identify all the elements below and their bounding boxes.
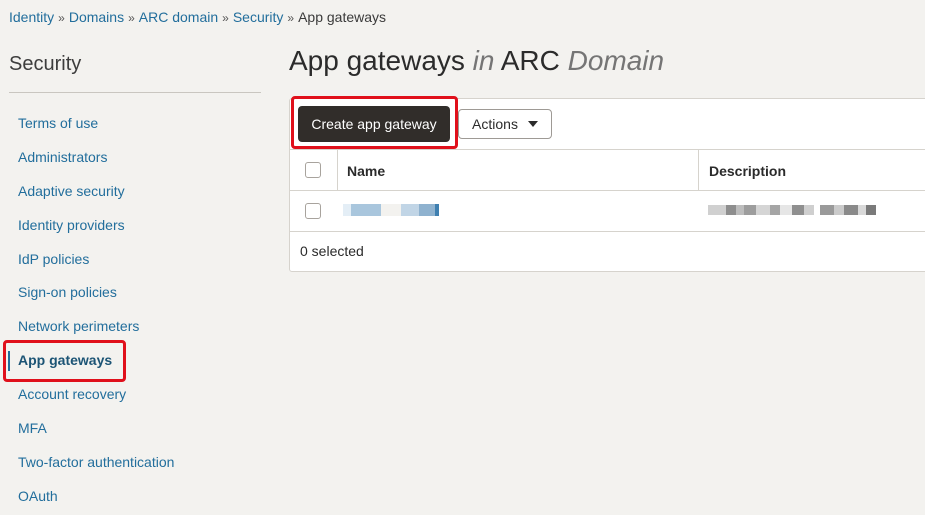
sidebar-divider xyxy=(9,92,261,93)
sidebar-item-mfa[interactable]: MFA xyxy=(0,411,270,445)
sidebar-item-identity-providers[interactable]: Identity providers xyxy=(0,208,270,242)
caret-down-icon xyxy=(527,121,538,127)
page-title-domain-suffix: Domain xyxy=(567,45,665,76)
page-title-in: in xyxy=(472,45,495,76)
column-header-name[interactable]: Name xyxy=(347,163,385,179)
actions-label: Actions xyxy=(472,116,518,132)
column-header-description[interactable]: Description xyxy=(709,163,786,179)
column-divider xyxy=(337,150,338,191)
column-divider xyxy=(698,150,699,191)
row-name-link[interactable] xyxy=(343,204,439,216)
sidebar: Security Terms of use Administrators Ada… xyxy=(0,0,270,515)
sidebar-item-idp-policies[interactable]: IdP policies xyxy=(0,242,270,276)
create-app-gateway-button[interactable]: Create app gateway xyxy=(298,106,450,142)
sidebar-item-app-gateways[interactable]: App gateways xyxy=(0,343,270,377)
breadcrumb-separator: » xyxy=(287,11,295,25)
page-title: App gateways in ARC Domain xyxy=(289,45,664,77)
sidebar-item-adaptive-security[interactable]: Adaptive security xyxy=(0,174,270,208)
sidebar-item-network-perimeters[interactable]: Network perimeters xyxy=(0,309,270,343)
sidebar-item-two-factor-authentication[interactable]: Two-factor authentication xyxy=(0,445,270,479)
sidebar-title: Security xyxy=(9,53,82,75)
breadcrumb-current: App gateways xyxy=(298,9,387,25)
table-header: Name Description xyxy=(290,149,925,191)
page-title-main: App gateways xyxy=(289,45,465,76)
selection-count: 0 selected xyxy=(300,243,364,259)
sidebar-item-administrators[interactable]: Administrators xyxy=(0,140,270,174)
sidebar-item-sign-on-policies[interactable]: Sign-on policies xyxy=(0,275,270,309)
actions-dropdown-button[interactable]: Actions xyxy=(458,109,552,139)
page-title-domain: ARC xyxy=(500,45,560,76)
select-all-checkbox[interactable] xyxy=(305,162,321,178)
table-row[interactable] xyxy=(290,191,925,232)
sidebar-nav: Terms of use Administrators Adaptive sec… xyxy=(0,106,270,513)
sidebar-item-oauth[interactable]: OAuth xyxy=(0,479,270,513)
sidebar-item-terms-of-use[interactable]: Terms of use xyxy=(0,106,270,140)
row-checkbox[interactable] xyxy=(305,203,321,219)
sidebar-item-account-recovery[interactable]: Account recovery xyxy=(0,377,270,411)
row-description xyxy=(708,205,886,215)
